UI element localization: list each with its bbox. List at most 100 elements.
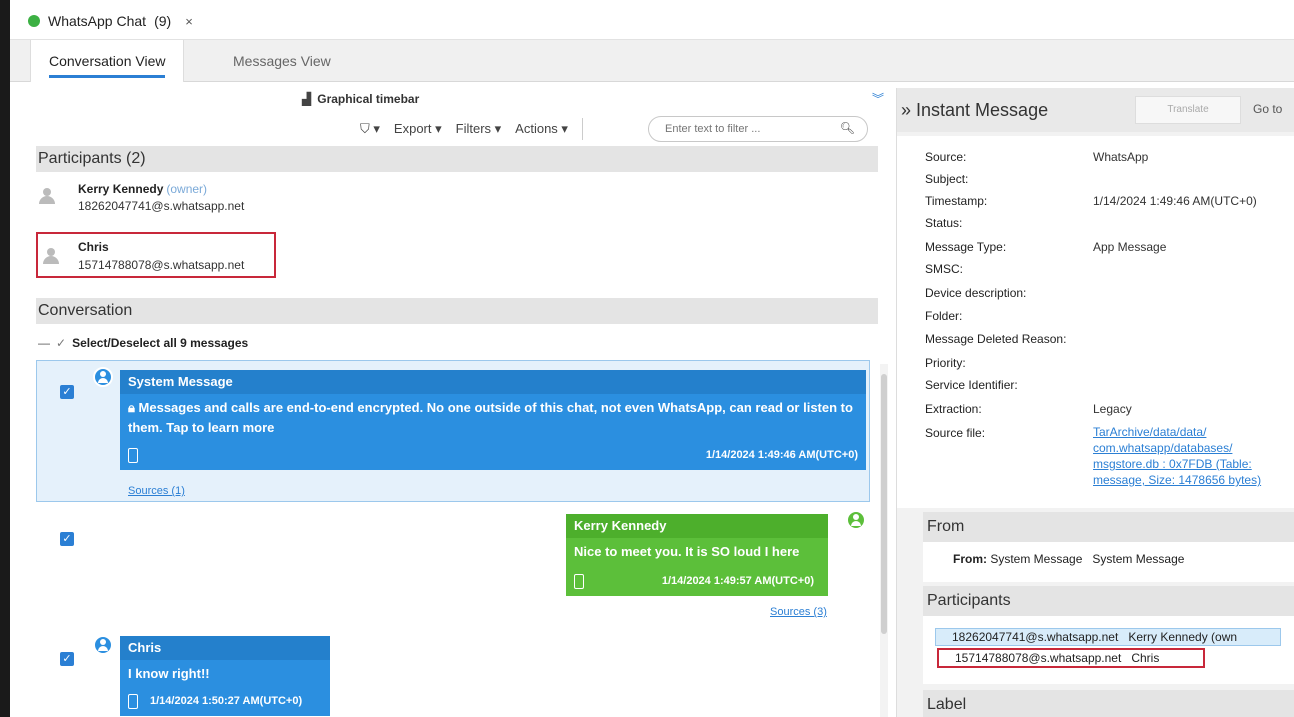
whatsapp-chat-tab[interactable]: WhatsApp Chat (9) × bbox=[28, 8, 193, 34]
export-menu-button[interactable]: Export ▾ bbox=[394, 121, 442, 137]
prop-label: Subject: bbox=[925, 172, 969, 186]
tag-menu-button[interactable]: ⛉ ▾ bbox=[360, 121, 380, 137]
from-value: System Message bbox=[990, 552, 1083, 566]
phone-icon bbox=[128, 694, 138, 709]
message-text: I know right!! bbox=[128, 666, 210, 681]
from-header: From bbox=[923, 512, 1294, 542]
from-line: From: System Message System Message bbox=[953, 552, 1184, 566]
from-body: From: System Message System Message bbox=[923, 542, 1294, 582]
participant-id: 15714788078@s.whatsapp.net bbox=[78, 258, 245, 272]
avatar-icon bbox=[42, 248, 60, 264]
select-all-toggle[interactable]: — ✓ Select/Deselect all 9 messages bbox=[38, 336, 248, 350]
go-to-button[interactable]: Go to bbox=[1253, 102, 1282, 116]
prop-label: Service Identifier: bbox=[925, 378, 1018, 392]
participant-name: Chris bbox=[78, 240, 109, 254]
status-dot-icon bbox=[28, 15, 40, 27]
filters-menu-button[interactable]: Filters ▾ bbox=[456, 121, 502, 137]
message-list-scrollbar[interactable] bbox=[880, 364, 888, 717]
participant-name: Chris bbox=[1131, 651, 1160, 665]
tab-conversation-view[interactable]: Conversation View bbox=[30, 40, 185, 82]
checkmark-icon: ✓ bbox=[56, 336, 67, 350]
prop-label: SMSC: bbox=[925, 262, 964, 276]
owner-label[interactable]: (owner) bbox=[166, 182, 207, 196]
select-all-label: Select/Deselect all 9 messages bbox=[72, 336, 249, 350]
message-bubble[interactable]: System Message 🔒︎ Messages and calls are… bbox=[120, 370, 866, 470]
prop-label: Timestamp: bbox=[925, 194, 988, 208]
message-bubble[interactable]: Chris I know right!! 1/14/2024 1:50:27 A… bbox=[120, 636, 330, 716]
participant-row[interactable]: 18262047741@s.whatsapp.net Kerry Kennedy… bbox=[935, 628, 1281, 646]
message-checkbox[interactable]: ✓ bbox=[60, 532, 74, 546]
prop-label: Priority: bbox=[925, 356, 966, 370]
message-timestamp: 1/14/2024 1:49:57 AM(UTC+0) bbox=[661, 575, 814, 587]
message-footer: 1/14/2024 1:49:46 AM(UTC+0) bbox=[128, 448, 858, 466]
sources-link[interactable]: Sources (3) bbox=[770, 606, 827, 618]
tag-menu-arrow: ▾ bbox=[373, 121, 380, 136]
user-icon bbox=[93, 367, 113, 387]
message-timestamp: 1/14/2024 1:50:27 AM(UTC+0) bbox=[150, 695, 303, 707]
participant-item-highlighted[interactable]: Chris 15714788078@s.whatsapp.net bbox=[36, 232, 276, 278]
user-icon bbox=[846, 510, 866, 530]
phone-icon bbox=[128, 448, 138, 463]
participants-body: 18262047741@s.whatsapp.net Kerry Kennedy… bbox=[923, 616, 1294, 684]
conversation-panel: ▟ Graphical timebar ︾ ⛉ ▾ Export ▾ Filte… bbox=[10, 82, 888, 717]
actions-menu-button[interactable]: Actions ▾ bbox=[515, 121, 568, 137]
app-window: WhatsApp Chat (9) × Conversation View Me… bbox=[10, 0, 1294, 717]
user-icon bbox=[93, 635, 113, 655]
participant-name: Kerry Kennedy (own bbox=[1128, 630, 1238, 644]
view-tabs: Conversation View Messages View bbox=[10, 40, 1294, 82]
search-icon[interactable]: 🔍︎ bbox=[840, 121, 855, 135]
message-sender: System Message bbox=[120, 370, 866, 394]
close-tab-icon[interactable]: × bbox=[185, 14, 193, 29]
prop-label: Source file: bbox=[925, 426, 986, 440]
participant-item[interactable]: Kerry Kennedy (owner) 18262047741@s.whats… bbox=[36, 178, 296, 218]
participant-id: 18262047741@s.whatsapp.net bbox=[952, 630, 1119, 644]
participants-header: Participants (2) bbox=[36, 146, 878, 172]
message-checkbox[interactable]: ✓ bbox=[60, 385, 74, 399]
from-value-2: System Message bbox=[1092, 552, 1185, 566]
participant-row-highlighted[interactable]: 15714788078@s.whatsapp.net Chris bbox=[937, 648, 1205, 668]
instant-message-header: » Instant Message Translate Go to bbox=[897, 88, 1294, 132]
message-footer: 1/14/2024 1:50:27 AM(UTC+0) bbox=[128, 694, 322, 712]
prop-label: Status: bbox=[925, 216, 963, 230]
avatar-icon bbox=[38, 188, 56, 204]
tab-count: (9) bbox=[154, 13, 172, 29]
message-text: Nice to meet you. It is SO loud I here bbox=[574, 544, 800, 559]
graphical-timebar-toggle[interactable]: ▟ Graphical timebar bbox=[302, 92, 419, 106]
participant-id: 18262047741@s.whatsapp.net bbox=[78, 199, 245, 213]
message-checkbox[interactable]: ✓ bbox=[60, 652, 74, 666]
tab-title: WhatsApp Chat bbox=[48, 13, 147, 29]
message-bubble[interactable]: Kerry Kennedy Nice to meet you. It is SO… bbox=[566, 514, 828, 596]
prop-value: Legacy bbox=[1093, 402, 1132, 416]
message-sender: Kerry Kennedy bbox=[566, 514, 828, 538]
prop-label: Message Deleted Reason: bbox=[925, 332, 1067, 346]
source-file-link[interactable]: TarArchive/data/data/ com.whatsapp/datab… bbox=[1093, 424, 1261, 488]
chart-icon: ▟ bbox=[302, 92, 312, 106]
prop-value: WhatsApp bbox=[1093, 150, 1149, 164]
window-frame-edge bbox=[0, 0, 10, 717]
collapse-icon: — bbox=[38, 336, 50, 350]
details-panel: » Instant Message Translate Go to Source… bbox=[896, 88, 1294, 717]
prop-label: Source: bbox=[925, 150, 967, 164]
translate-button[interactable]: Translate bbox=[1135, 96, 1241, 124]
timebar-label: Graphical timebar bbox=[317, 92, 420, 106]
tag-icon: ⛉ bbox=[360, 121, 370, 136]
collapse-chevron-icon[interactable]: ︾ bbox=[872, 90, 884, 107]
scrollbar-thumb[interactable] bbox=[881, 374, 887, 634]
instant-message-title[interactable]: » Instant Message bbox=[901, 100, 1048, 121]
toolbar-divider bbox=[581, 118, 583, 140]
message-list: ✓ System Message 🔒︎ Messages and calls a… bbox=[36, 360, 878, 717]
conversation-header: Conversation bbox=[36, 298, 878, 324]
filter-input[interactable] bbox=[665, 117, 825, 141]
lock-icon: 🔒︎ bbox=[128, 400, 139, 415]
sources-link[interactable]: Sources (1) bbox=[128, 485, 185, 497]
phone-icon bbox=[574, 574, 584, 589]
prop-label: Folder: bbox=[925, 309, 963, 323]
participant-id: 15714788078@s.whatsapp.net bbox=[955, 651, 1122, 665]
participants-header: Participants bbox=[923, 586, 1294, 616]
conversation-toolbar: ⛉ ▾ Export ▾ Filters ▾ Actions ▾ bbox=[360, 116, 583, 142]
message-text: 🔒︎ Messages and calls are end-to-end enc… bbox=[128, 400, 853, 435]
message-footer: 1/14/2024 1:49:57 AM(UTC+0) bbox=[574, 574, 820, 592]
tab-messages-view[interactable]: Messages View bbox=[215, 40, 349, 82]
prop-value: App Message bbox=[1093, 240, 1167, 254]
from-label: From: bbox=[953, 552, 987, 566]
